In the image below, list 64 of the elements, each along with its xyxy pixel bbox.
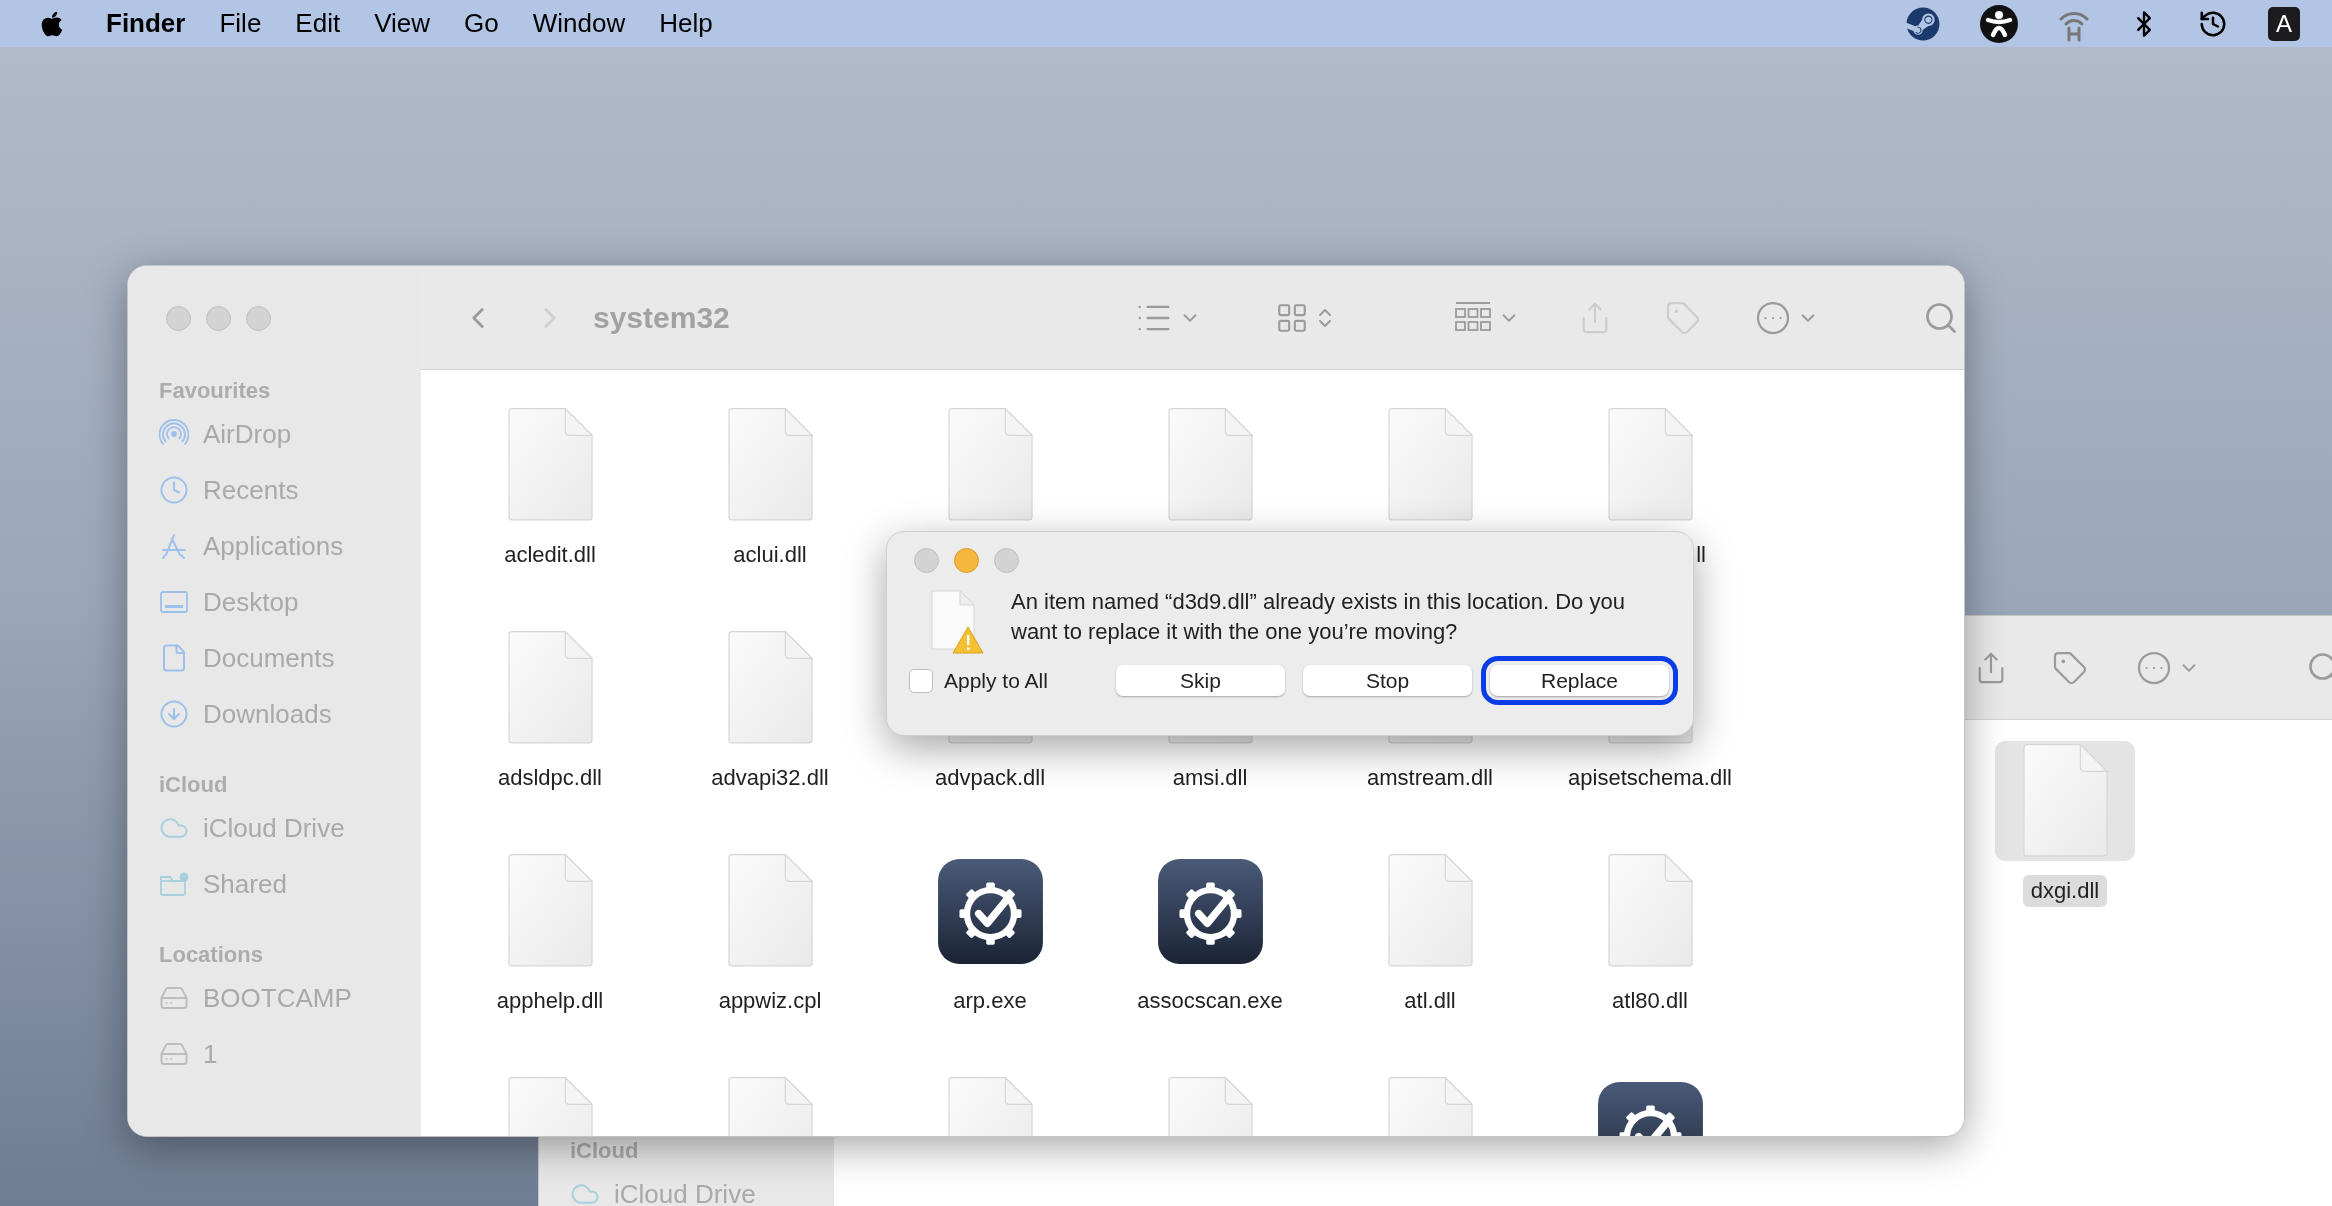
- file-name: arp.exe: [952, 987, 1028, 1015]
- file-name: atl.dll: [1403, 987, 1457, 1015]
- tag-icon[interactable]: [1664, 299, 1701, 336]
- file-name: appwiz.cpl: [717, 987, 823, 1015]
- close-button[interactable]: [914, 548, 939, 573]
- document-warning-icon: [930, 589, 984, 655]
- minimize-button[interactable]: [954, 548, 979, 573]
- window-control-button[interactable]: [166, 306, 191, 331]
- document-icon: [1605, 407, 1695, 523]
- sidebar-heading: Favourites: [159, 377, 272, 405]
- applications-icon: [159, 531, 189, 561]
- file-name: atl80.dll: [1611, 987, 1689, 1015]
- document-icon: [1165, 407, 1255, 523]
- menu-item[interactable]: Edit: [295, 4, 341, 43]
- file-name: apphelp.dll: [495, 987, 605, 1015]
- file-name: assocscan.exe: [1136, 987, 1284, 1015]
- document-icon: [725, 853, 815, 969]
- dialog-button[interactable]: Stop: [1303, 665, 1472, 697]
- file-name: acledit.dll: [503, 541, 597, 569]
- document-icon: [505, 407, 595, 523]
- checkbox-label: Apply to All: [944, 668, 1048, 694]
- window-title: system32: [593, 300, 730, 336]
- sidebar-heading: iCloud: [159, 771, 229, 799]
- file-name: amstream.dll: [1366, 764, 1494, 792]
- steam-icon[interactable]: [1906, 6, 1940, 41]
- sidebar-heading: Locations: [159, 941, 264, 969]
- menu-item[interactable]: Help: [659, 4, 713, 43]
- document-icon: [725, 630, 815, 746]
- checkbox[interactable]: [909, 668, 933, 693]
- download-icon: [159, 699, 189, 729]
- document-icon: [1385, 853, 1475, 969]
- file-name: advapi32.dll: [710, 764, 830, 792]
- menu-item[interactable]: View: [374, 4, 431, 43]
- menu-item[interactable]: Go: [464, 4, 499, 43]
- file-name: apisetschema.dll: [1567, 764, 1733, 792]
- file-name: aclui.dll: [732, 541, 808, 569]
- file-name: advpack.dll: [933, 764, 1047, 792]
- file-name: amsi.dll: [1171, 764, 1249, 792]
- file-name: dxgi.dll: [2022, 875, 2108, 907]
- menu-item[interactable]: File: [219, 4, 262, 43]
- file-name: ll: [1695, 541, 1707, 569]
- app-gear-check-icon: [936, 857, 1044, 965]
- tag-icon[interactable]: [2052, 649, 2088, 686]
- menu-item[interactable]: Window: [532, 4, 626, 43]
- document-icon: [2020, 743, 2110, 859]
- menu-item[interactable]: Finder: [106, 4, 186, 43]
- clock-icon: [159, 475, 189, 505]
- more-options-icon[interactable]: [2136, 649, 2172, 686]
- document-icon: [945, 407, 1035, 523]
- file-name: adsldpc.dll: [497, 764, 603, 792]
- window-control-button[interactable]: [206, 306, 231, 331]
- dialog-message: An item named “d3d9.dll” already exists in this location. Do you want to replace it with the one you’re moving?: [1011, 588, 1626, 646]
- more-options-icon[interactable]: [1754, 299, 1791, 336]
- window-control-button[interactable]: [246, 306, 271, 331]
- document-icon: [505, 853, 595, 969]
- document-icon: [505, 630, 595, 746]
- input-source-badge[interactable]: A: [2268, 6, 2300, 41]
- zoom-button[interactable]: [994, 548, 1019, 573]
- document-icon: [1385, 407, 1475, 523]
- app-gear-check-icon: [1156, 857, 1264, 965]
- document-icon: [1605, 853, 1695, 969]
- accessibility-icon[interactable]: [1980, 4, 2018, 43]
- dialog-button[interactable]: Skip: [1116, 665, 1285, 697]
- document-icon: [725, 407, 815, 523]
